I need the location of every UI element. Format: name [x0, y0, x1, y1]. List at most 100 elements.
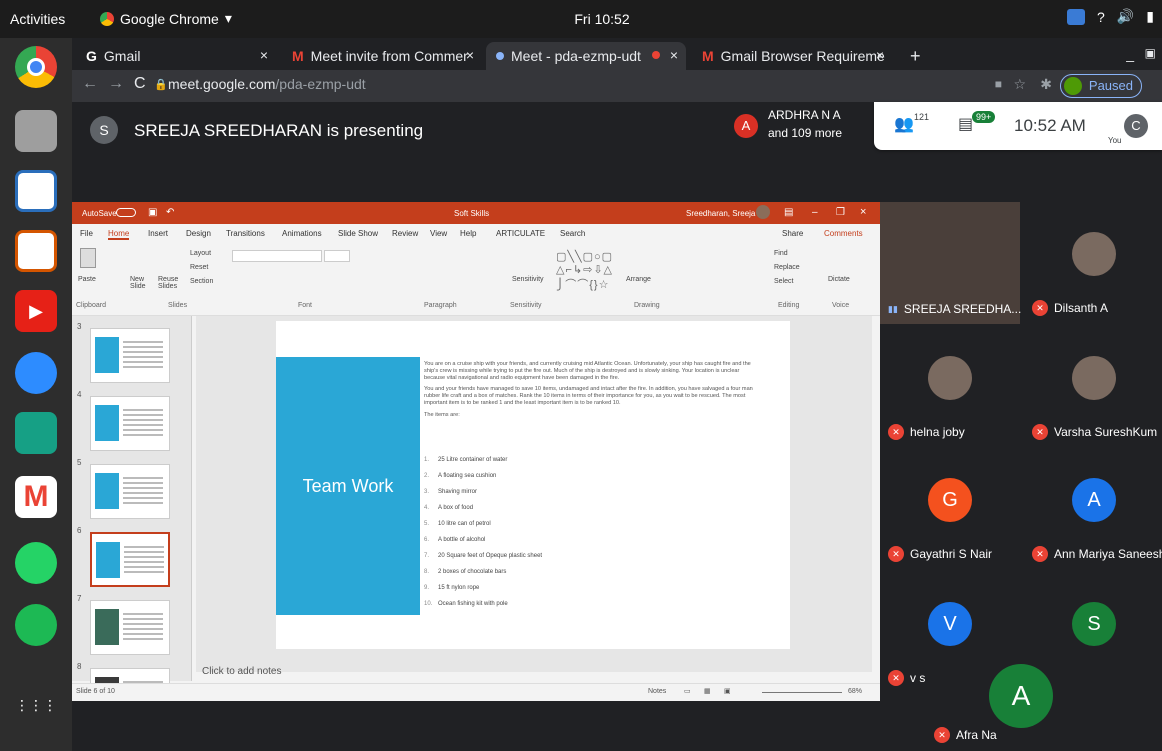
url-field[interactable]: meet.google.com/pda-ezmp-udt [168, 76, 366, 92]
app-menu[interactable]: Google Chrome ▾ [100, 10, 232, 27]
sensitivity-button[interactable]: Sensitivity [512, 276, 544, 283]
whatsapp-dock-icon[interactable] [15, 542, 57, 584]
share-button[interactable]: Share [782, 229, 803, 238]
writer-dock-icon[interactable] [15, 170, 57, 212]
list-item-text: A floating sea cushion [438, 473, 497, 479]
back-icon[interactable]: ← [82, 75, 98, 93]
spotify-dock-icon[interactable] [15, 604, 57, 646]
tab-label: Gmail [103, 48, 141, 64]
close-tab-icon[interactable]: × [466, 47, 474, 63]
tab-gmail[interactable]: G Gmail × [76, 42, 276, 70]
replace-button[interactable]: Replace [774, 264, 800, 271]
youtube-dock-icon[interactable]: ▶ [15, 290, 57, 332]
save-icon[interactable]: ▣ [148, 207, 157, 218]
normal-view-icon[interactable]: ▭ [684, 687, 691, 695]
close-tab-icon[interactable]: × [670, 47, 678, 63]
participant-tile[interactable]: A ✕ Afra Na [926, 654, 1116, 751]
system-clock[interactable]: Fri 10:52 [562, 11, 642, 27]
section-button[interactable]: Section [190, 278, 213, 285]
slide-thumbnail[interactable] [90, 464, 170, 519]
ribbon-tab[interactable]: Review [392, 229, 418, 238]
forward-icon[interactable]: → [108, 75, 124, 93]
tab-gmail-requirements[interactable]: M Gmail Browser Requireme × [692, 42, 892, 70]
self-avatar[interactable]: C [1124, 114, 1148, 138]
chrome-dock-icon[interactable] [15, 46, 57, 88]
participant-tile[interactable]: ✕ Varsha SureshKum [1024, 326, 1162, 448]
participant-tile[interactable]: ✕ helna joby [880, 326, 1020, 448]
new-tab-button[interactable]: + [900, 42, 930, 70]
notes-pane[interactable]: Click to add notes [196, 660, 872, 682]
zoom-slider[interactable] [762, 692, 842, 693]
minimize-icon[interactable]: – [812, 207, 818, 218]
zoom-dock-icon[interactable] [15, 352, 57, 394]
ribbon-tab[interactable]: Insert [148, 229, 168, 238]
arrange-button[interactable]: Arrange [626, 276, 651, 283]
camera-icon[interactable]: ■ [995, 77, 1002, 91]
ribbon-tab[interactable]: Home [108, 229, 130, 240]
activities-button[interactable]: Activities [10, 11, 65, 27]
impress-dock-icon[interactable] [15, 230, 57, 272]
ribbon-tab[interactable]: View [430, 229, 447, 238]
shapes-gallery[interactable]: ▢╲╲▢○▢ △⌐↳⇨⇩△ ⎭⌒⌒{}☆ [556, 250, 613, 292]
slide-thumbnail[interactable] [90, 328, 170, 383]
layout-button[interactable]: Layout [190, 250, 211, 257]
reader-dock-icon[interactable] [15, 412, 57, 454]
extensions-icon[interactable]: ✱ [1040, 76, 1052, 93]
people-icon[interactable]: 👥 [894, 114, 914, 134]
slide-number: 5 [77, 458, 82, 467]
maximize-icon[interactable]: ▣ [1145, 46, 1156, 60]
new-slide-button[interactable]: New Slide [130, 276, 154, 290]
participant-tile[interactable]: A ✕ Ann Mariya Saneesh [1024, 448, 1162, 570]
tab-meet-invite[interactable]: M Meet invite from Commer × [282, 42, 482, 70]
gmail-dock-icon[interactable]: M [15, 476, 57, 518]
chat-icon[interactable]: ▤ [958, 114, 973, 134]
slide[interactable]: Team Work You are on a cruise ship with … [276, 321, 790, 649]
autosave-switch-icon[interactable] [116, 208, 136, 217]
join-notification[interactable]: A ARDHRA N A and 109 more [728, 102, 868, 150]
ribbon-display-icon[interactable]: ▤ [784, 207, 793, 218]
system-tray[interactable]: ? 🔊 ▮ [1067, 8, 1154, 25]
ribbon-tab[interactable]: Help [460, 229, 476, 238]
participant-tile[interactable]: ✕ Dilsanth A [1024, 202, 1162, 324]
font-size-field[interactable] [324, 250, 350, 262]
ribbon-tab[interactable]: File [80, 229, 93, 238]
ribbon-tab[interactable]: Transitions [226, 229, 265, 238]
select-button[interactable]: Select [774, 278, 793, 285]
profile-paused-button[interactable]: Paused [1059, 74, 1142, 98]
paste-button[interactable]: Paste [78, 276, 96, 283]
ribbon-tab[interactable]: Search [560, 229, 585, 238]
ribbon-tab[interactable]: Animations [282, 229, 322, 238]
reading-view-icon[interactable]: ▣ [724, 687, 731, 695]
comments-button[interactable]: Comments [824, 229, 863, 238]
tab-meet[interactable]: Meet - pda-ezmp-udt × [486, 42, 686, 70]
ribbon-tab[interactable]: Slide Show [338, 229, 378, 238]
slide-thumbnail[interactable] [90, 532, 170, 587]
sorter-view-icon[interactable]: ▦ [704, 687, 711, 695]
close-tab-icon[interactable]: × [260, 47, 268, 63]
autosave-toggle[interactable]: AutoSave [82, 209, 117, 218]
slide-thumbnail[interactable] [90, 600, 170, 655]
close-tab-icon[interactable]: × [876, 47, 884, 63]
reload-icon[interactable]: C [134, 75, 146, 93]
notes-button[interactable]: Notes [648, 688, 666, 695]
participant-tile[interactable]: ▮▮ SREEJA SREEDHA... [880, 202, 1021, 324]
participant-tile[interactable]: G ✕ Gayathri S Nair [880, 448, 1020, 570]
dictate-button[interactable]: Dictate [828, 276, 850, 283]
slide-thumbnail[interactable] [90, 396, 170, 451]
reuse-slides-button[interactable]: Reuse Slides [158, 276, 182, 290]
close-icon[interactable]: × [860, 206, 866, 218]
restore-icon[interactable]: ❐ [836, 207, 845, 218]
star-icon[interactable]: ☆ [1013, 76, 1026, 93]
find-button[interactable]: Find [774, 250, 788, 257]
ribbon-group-label: Font [298, 302, 313, 309]
font-name-field[interactable] [232, 250, 322, 262]
files-dock-icon[interactable] [15, 110, 57, 152]
thumbnail-preview [95, 405, 119, 441]
undo-icon[interactable]: ↶ [166, 207, 174, 218]
ribbon-tab[interactable]: Design [186, 229, 211, 238]
reset-button[interactable]: Reset [190, 264, 208, 271]
show-apps-icon[interactable]: ⋮⋮⋮ [15, 698, 57, 740]
minimize-icon[interactable]: _ [1126, 46, 1134, 62]
ribbon-tab[interactable]: ARTICULATE [496, 229, 545, 238]
list-item-number: 6. [424, 537, 430, 543]
